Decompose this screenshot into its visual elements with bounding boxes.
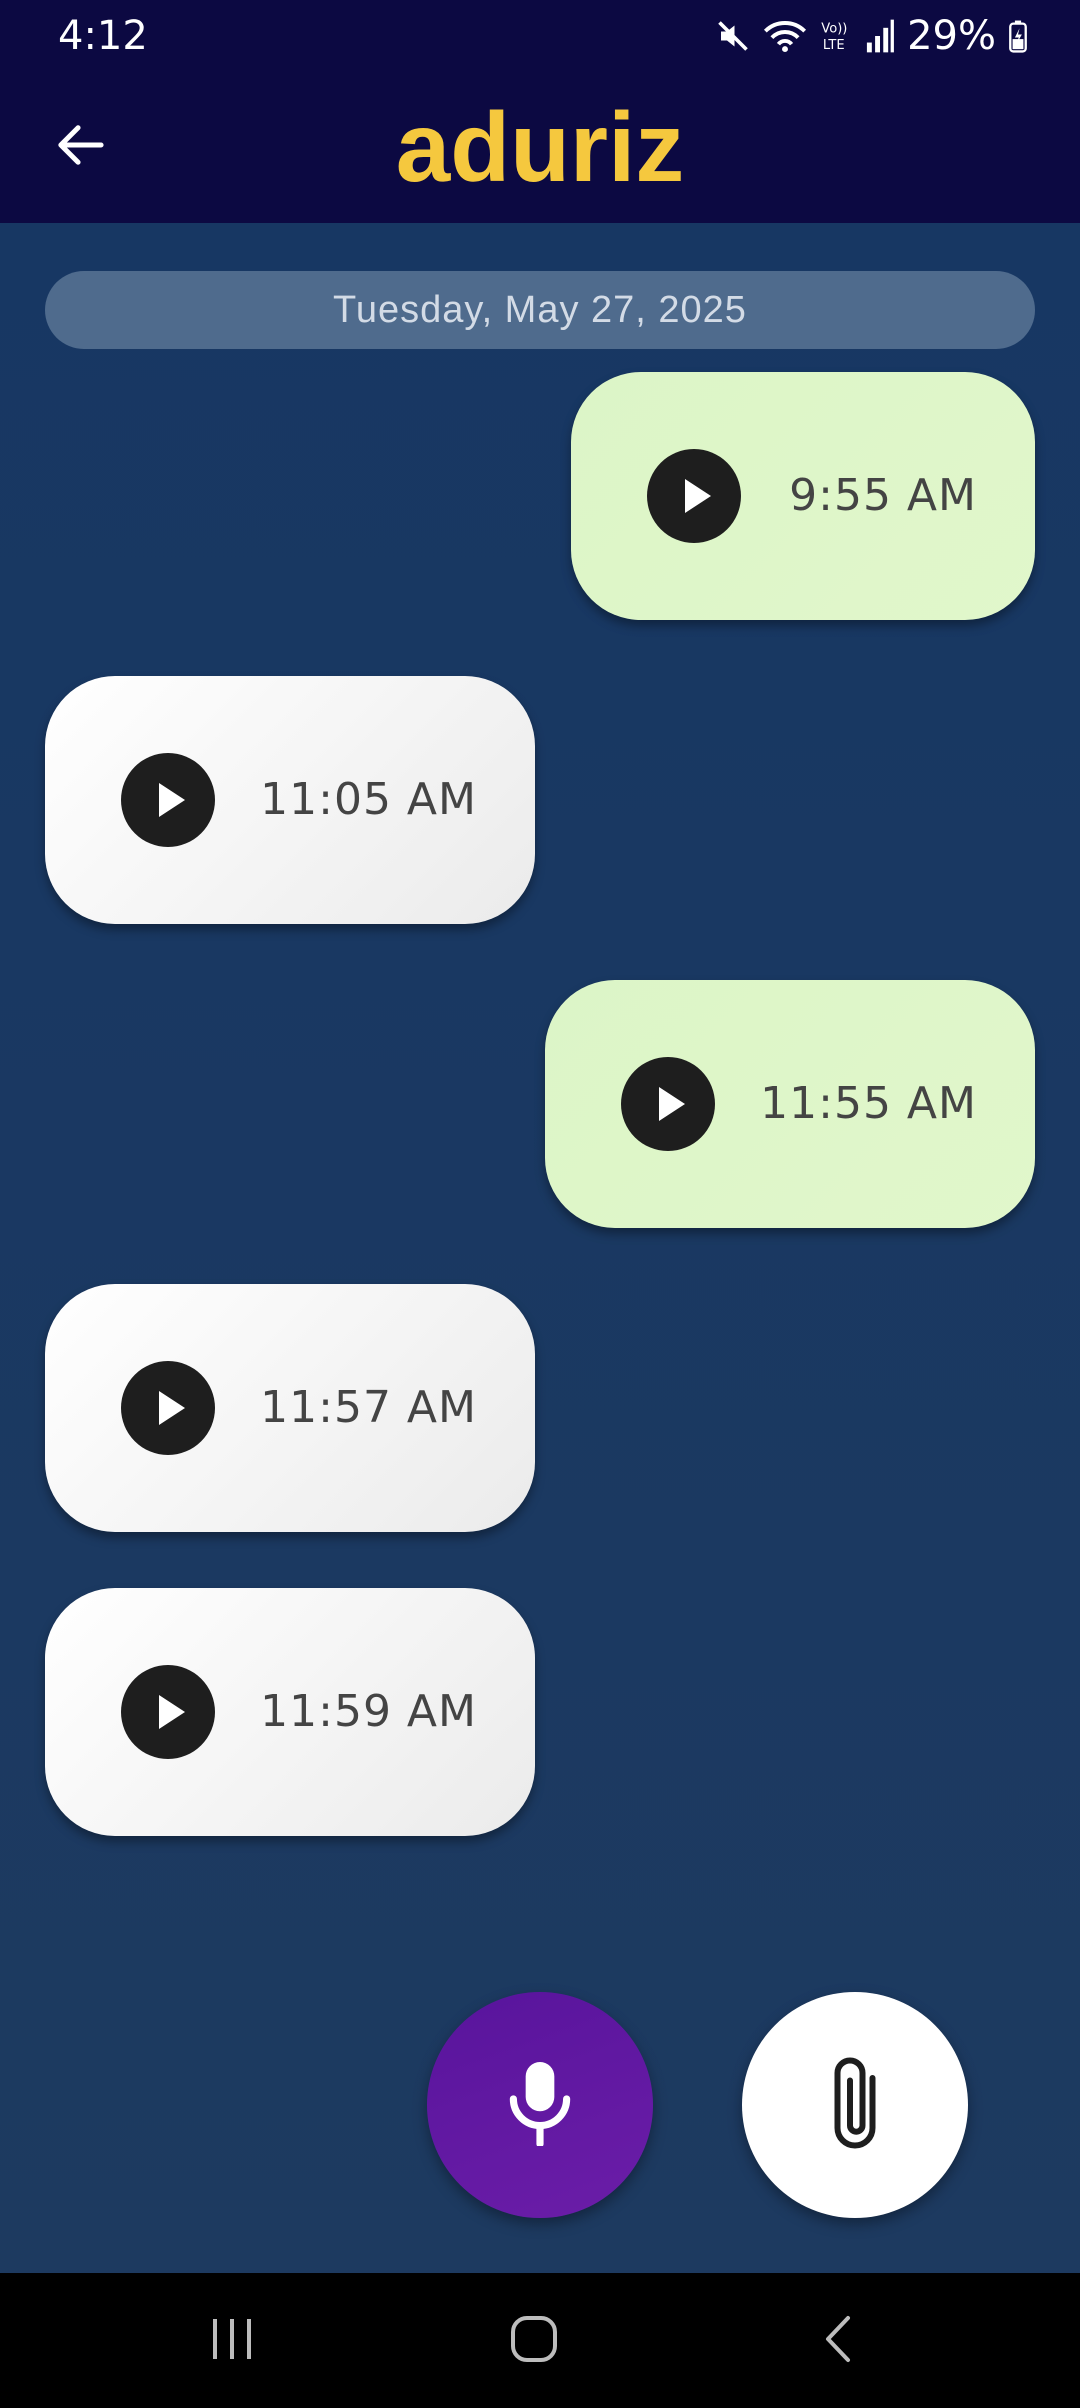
play-button[interactable] <box>121 1665 215 1759</box>
message-time: 11:57 AM <box>260 1382 477 1433</box>
message-time: 11:59 AM <box>260 1686 477 1737</box>
mute-icon <box>715 18 751 54</box>
recent-apps-icon <box>207 2316 257 2367</box>
status-time: 4:12 <box>58 13 148 59</box>
record-voice-button[interactable] <box>427 1992 653 2218</box>
play-icon <box>149 781 187 819</box>
home-icon <box>510 2315 558 2368</box>
voice-message-sent[interactable]: 9:55 AM <box>571 372 1035 620</box>
back-icon <box>820 2314 856 2369</box>
play-icon <box>675 477 713 515</box>
voice-message-received[interactable]: 11:57 AM <box>45 1284 535 1532</box>
system-nav-bar <box>0 2273 1080 2408</box>
voice-message-sent[interactable]: 11:55 AM <box>545 980 1035 1228</box>
volte-icon: Vo)) LTE <box>819 18 853 54</box>
play-icon <box>149 1693 187 1731</box>
battery-charging-icon <box>1008 19 1028 53</box>
play-button[interactable] <box>121 753 215 847</box>
back-nav-button[interactable] <box>778 2303 898 2379</box>
battery-percent: 29% <box>907 13 996 59</box>
microphone-icon <box>505 2060 575 2151</box>
svg-text:Vo)): Vo)) <box>821 22 847 37</box>
svg-text:LTE: LTE <box>823 38 845 53</box>
home-button[interactable] <box>474 2303 594 2379</box>
status-bar: 4:12 Vo)) LTE 29% <box>0 0 1080 72</box>
wifi-icon <box>763 18 807 54</box>
signal-icon <box>865 18 895 54</box>
attach-file-button[interactable] <box>742 1992 968 2218</box>
play-icon <box>649 1085 687 1123</box>
play-button[interactable] <box>647 449 741 543</box>
recent-apps-button[interactable] <box>172 2303 292 2379</box>
voice-message-received[interactable]: 11:05 AM <box>45 676 535 924</box>
chat-title: aduriz <box>395 92 685 202</box>
paperclip-icon <box>825 2053 885 2158</box>
message-time: 11:05 AM <box>260 774 477 825</box>
date-separator: Tuesday, May 27, 2025 <box>45 271 1035 349</box>
message-time: 11:55 AM <box>760 1078 977 1129</box>
play-button[interactable] <box>121 1361 215 1455</box>
message-time: 9:55 AM <box>789 470 977 521</box>
play-button[interactable] <box>621 1057 715 1151</box>
play-icon <box>149 1389 187 1427</box>
voice-message-received[interactable]: 11:59 AM <box>45 1588 535 1836</box>
app-bar: aduriz <box>0 72 1080 223</box>
status-icons: Vo)) LTE 29% <box>715 12 1028 60</box>
chat-area[interactable]: Tuesday, May 27, 2025 9:55 AM 11:05 AM 1… <box>0 223 1080 2273</box>
